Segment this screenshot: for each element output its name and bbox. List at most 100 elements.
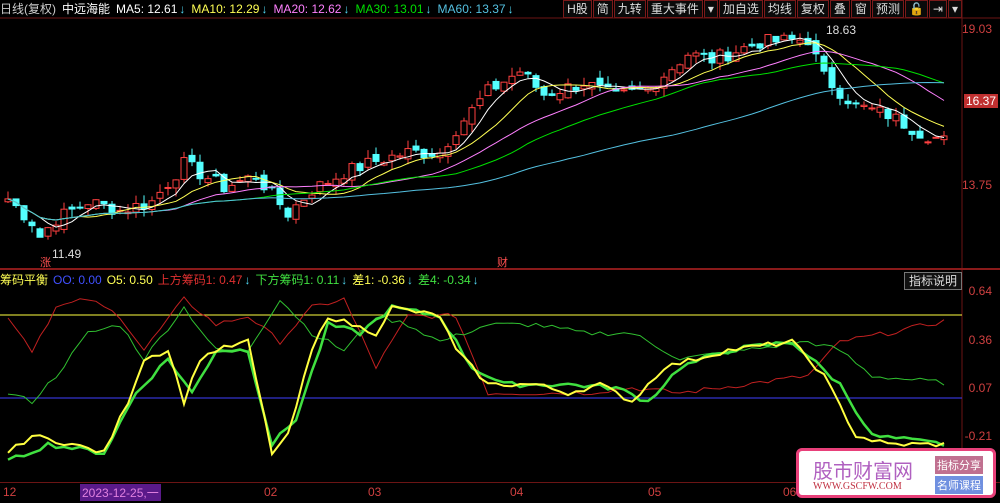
candle <box>924 141 932 144</box>
candle <box>596 77 604 86</box>
candle <box>188 154 196 163</box>
candle <box>620 89 628 92</box>
ma5-line <box>7 37 945 228</box>
price-tick-current: 16.37 <box>963 94 998 108</box>
candle <box>828 67 836 89</box>
kline-chart[interactable]: 18.63 11.49 涨 财 <box>0 0 1000 482</box>
ind-tick: 0.07 <box>968 381 992 395</box>
candle <box>308 194 316 199</box>
ma60-line <box>7 81 945 221</box>
candle <box>916 130 924 139</box>
candle <box>756 43 764 49</box>
cai-marker: 财 <box>497 255 508 269</box>
candle <box>204 178 212 184</box>
candle <box>452 135 460 146</box>
candle <box>196 161 204 180</box>
candle <box>140 203 148 210</box>
candle <box>716 49 724 64</box>
price-tick: 19.03 <box>961 22 992 36</box>
candle <box>28 221 36 227</box>
candle <box>460 120 468 136</box>
candle <box>164 186 172 189</box>
up-chip-value: 上方筹码1: 0.47 ↓ <box>157 273 251 287</box>
candle <box>84 204 92 209</box>
candle <box>580 85 588 90</box>
candle <box>524 71 532 75</box>
ma10-line <box>7 42 945 221</box>
candle <box>780 34 788 41</box>
candle <box>940 135 948 141</box>
candle <box>236 180 244 183</box>
x-label: 12 <box>3 485 17 499</box>
candle <box>852 102 860 105</box>
candle <box>556 93 564 101</box>
ind-tick: -0.21 <box>964 429 992 443</box>
candle <box>540 86 548 96</box>
candle <box>748 43 756 47</box>
candle <box>172 179 180 189</box>
candle <box>820 55 828 72</box>
candle <box>908 130 916 135</box>
candle <box>292 204 300 220</box>
candle <box>892 113 900 122</box>
candle <box>356 163 364 172</box>
candle <box>44 227 52 237</box>
candle <box>364 157 372 168</box>
candle <box>484 84 492 97</box>
candle <box>284 207 292 218</box>
x-label: 02 <box>264 485 278 499</box>
candle <box>212 173 220 177</box>
oo-value: OO: 0.00 <box>53 273 102 287</box>
candle <box>500 81 508 92</box>
x-label: 05 <box>648 485 662 499</box>
candle <box>324 182 332 185</box>
candle <box>412 145 420 151</box>
ma30-line <box>7 62 945 221</box>
candle <box>764 34 772 47</box>
diff4-value: 差4: -0.34 ↓ <box>417 273 479 287</box>
watermark-badge: 指标分享 <box>935 456 983 474</box>
candle <box>860 104 868 107</box>
candle <box>276 187 284 206</box>
watermark-url: WWW.GSCFW.COM <box>813 481 902 492</box>
candle <box>844 100 852 105</box>
candle <box>396 155 404 158</box>
candle <box>468 107 476 125</box>
candle <box>796 39 804 44</box>
candle <box>772 35 780 43</box>
x-label: 04 <box>510 485 524 499</box>
cursor-date: 2023-12-25,一 <box>80 484 161 501</box>
low-price-label: 11.49 <box>52 247 81 261</box>
high-price-label: 18.63 <box>826 23 856 37</box>
candle <box>516 71 524 76</box>
candle <box>676 64 684 74</box>
candle <box>684 54 692 69</box>
indicator-name: 筹码平衡 <box>0 273 49 287</box>
candle <box>492 80 500 90</box>
candle <box>876 106 884 113</box>
price-tick: 13.75 <box>961 178 992 192</box>
candle <box>76 206 84 209</box>
zhang-marker: 涨 <box>40 256 51 269</box>
candle <box>532 75 540 88</box>
watermark: 股市财富网 WWW.GSCFW.COM 指标分享 名师课程 <box>796 448 996 498</box>
candle <box>372 153 380 162</box>
candle <box>156 191 164 199</box>
candle <box>668 69 676 82</box>
diff1-value: 差1: -0.36 ↓ <box>352 273 413 287</box>
candle <box>700 52 708 55</box>
candle <box>100 200 108 205</box>
candle <box>868 107 876 110</box>
candle <box>572 86 580 91</box>
candle <box>740 46 748 54</box>
indicator-explain-button[interactable]: 指标说明 <box>903 272 962 290</box>
o5-value: O5: 0.50 <box>106 273 153 287</box>
ma20-line <box>7 50 945 221</box>
candle <box>476 98 484 106</box>
candle <box>228 184 236 192</box>
candle <box>388 154 396 162</box>
ind-tick: 0.36 <box>968 333 992 347</box>
candle <box>68 206 76 210</box>
ind-tick: 0.64 <box>968 284 992 298</box>
candle <box>932 136 940 139</box>
